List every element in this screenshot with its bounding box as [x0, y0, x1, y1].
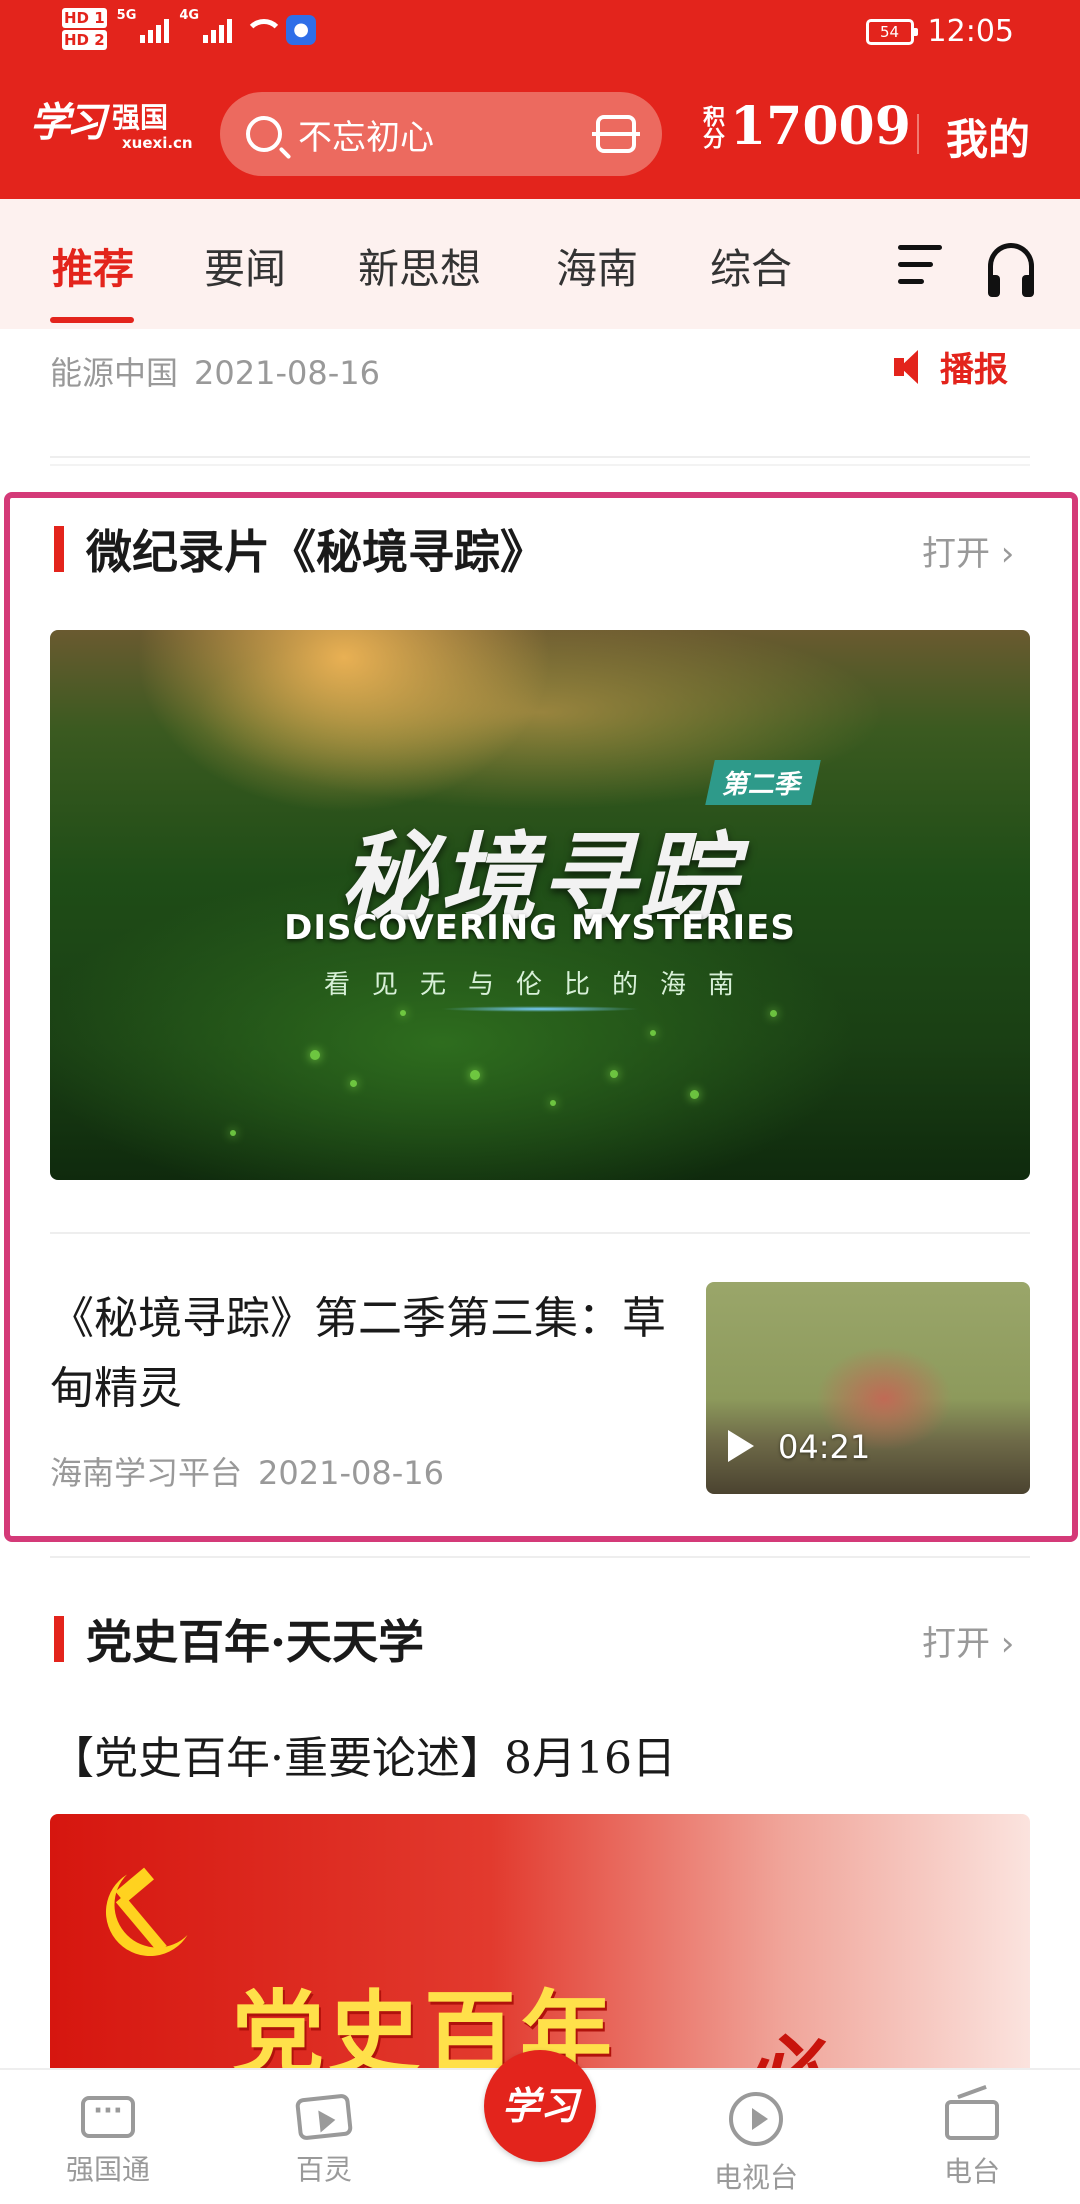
divider	[50, 1556, 1030, 1558]
logo-name: 强国	[112, 101, 169, 134]
headphone-icon[interactable]	[988, 243, 1034, 297]
hammer-sickle-icon	[105, 1867, 188, 1957]
nav-label: 电视台	[713, 2161, 798, 2194]
chevron-right-icon: ›	[990, 534, 1015, 574]
broadcast-label: 播报	[940, 350, 1008, 390]
section-title-documentary[interactable]: 微纪录片《秘境寻踪》	[86, 516, 546, 582]
wifi-icon	[242, 17, 285, 43]
hd-label-1: HD 1	[62, 8, 107, 28]
open-link-label: 打开	[922, 534, 990, 574]
open-link-documentary[interactable]: 打开 ›	[922, 526, 1014, 575]
prev-item-source: 能源中国	[50, 354, 179, 392]
app-header: 学习 强国 xuexi.cn 不忘初心 积分 17009 我的	[0, 66, 1080, 199]
hero-subtitle: 看见无与伦比的海南	[323, 970, 756, 1000]
article-title[interactable]: 【党史百年·重要论述】8月16日	[50, 1722, 676, 1786]
divider	[50, 464, 1030, 466]
article-date: 2021-08-16	[258, 1454, 444, 1492]
hero-english-title: DISCOVERING MYSTERIES	[284, 908, 796, 948]
party-history-banner[interactable]: 党史百年 必	[50, 1814, 1030, 2074]
prev-item-meta: 能源中国 2021-08-16	[50, 348, 380, 394]
tab-news[interactable]: 要闻	[204, 235, 286, 295]
network-4g-label: 4G	[179, 8, 200, 23]
article-meta: 海南学习平台 2021-08-16	[50, 1448, 444, 1494]
nav-label: 电台	[943, 2155, 1000, 2188]
search-placeholder: 不忘初心	[298, 117, 434, 158]
logo-domain: xuexi.cn	[122, 134, 193, 152]
banner-brush-text: 必	[740, 2027, 820, 2074]
section-title-party-history[interactable]: 党史百年·天天学	[86, 1606, 424, 1672]
video-thumbnail[interactable]: 04:21	[706, 1282, 1030, 1494]
mine-button[interactable]: 我的	[946, 106, 1030, 167]
tv-play-icon	[729, 2092, 783, 2146]
hd-label-2: HD 2	[62, 30, 107, 50]
clock: 12:05	[927, 14, 1014, 49]
status-right: 54 12:05	[865, 14, 1014, 49]
notification-bulb-icon: ●	[286, 15, 317, 45]
nav-item-tv[interactable]: 电视台	[686, 2092, 826, 2196]
speaker-icon	[894, 349, 930, 384]
prev-item-date: 2021-08-16	[194, 354, 380, 392]
status-left: HD 1 HD 2 5G 4G ●	[62, 8, 317, 52]
open-link-label: 打开	[922, 1624, 990, 1664]
points-label: 积分	[699, 104, 724, 149]
tab-new-thought[interactable]: 新思想	[358, 235, 481, 295]
points-display[interactable]: 积分 17009	[699, 96, 911, 157]
bottom-nav: 强国通 百灵 学习 电视台 电台	[0, 2050, 1080, 2204]
battery-icon: 54	[865, 18, 918, 45]
status-bar: HD 1 HD 2 5G 4G ● 54 12:05	[0, 0, 1080, 66]
article-source: 海南学习平台	[50, 1454, 243, 1492]
divider	[50, 1232, 1030, 1234]
header-divider	[917, 114, 919, 154]
search-bar[interactable]: 不忘初心	[220, 92, 662, 176]
tab-general[interactable]: 综合	[710, 235, 792, 295]
chat-icon	[81, 2096, 135, 2138]
hero-video-banner[interactable]: 第二季 秘境寻踪 DISCOVERING MYSTERIES 看见无与伦比的海南	[50, 630, 1030, 1180]
radio-icon	[945, 2100, 999, 2140]
signal-icon-2	[203, 17, 233, 43]
nav-label: 百灵	[295, 2153, 352, 2186]
nav-item-bailing[interactable]: 百灵	[254, 2092, 394, 2188]
video-icon	[294, 2093, 354, 2141]
video-duration: 04:21	[778, 1428, 871, 1466]
app-logo[interactable]: 学习 强国 xuexi.cn	[30, 90, 193, 160]
nav-item-radio[interactable]: 电台	[902, 2092, 1042, 2190]
channel-tabs: 推荐 要闻 新思想 海南 综合	[0, 199, 1080, 329]
menu-icon[interactable]	[898, 245, 942, 285]
hero-glow	[440, 1006, 640, 1012]
divider	[50, 456, 1030, 458]
hd-indicator: HD 1 HD 2	[62, 8, 107, 52]
nav-item-qiangguotong[interactable]: 强国通	[38, 2092, 178, 2188]
open-link-party-history[interactable]: 打开 ›	[922, 1616, 1014, 1665]
tab-recommend[interactable]: 推荐	[52, 235, 134, 295]
center-study-button[interactable]: 学习	[484, 2050, 596, 2162]
points-value: 17009	[730, 96, 911, 157]
search-icon	[246, 116, 282, 152]
section-marker	[54, 1616, 64, 1662]
scan-icon[interactable]	[592, 115, 640, 153]
play-icon	[728, 1430, 754, 1462]
section-marker	[54, 526, 64, 572]
active-tab-indicator	[50, 317, 134, 323]
signal-icon	[140, 17, 170, 43]
network-5g-label: 5G	[116, 8, 137, 23]
article-title[interactable]: 《秘境寻踪》第二季第三集：草甸精灵	[50, 1284, 670, 1424]
logo-calligraphy: 学习	[30, 99, 106, 146]
tab-hainan[interactable]: 海南	[556, 235, 638, 295]
season-badge: 第二季	[705, 760, 821, 805]
broadcast-button[interactable]: 播报	[894, 342, 1008, 391]
nav-label: 强国通	[65, 2153, 150, 2186]
chevron-right-icon: ›	[990, 1624, 1015, 1664]
